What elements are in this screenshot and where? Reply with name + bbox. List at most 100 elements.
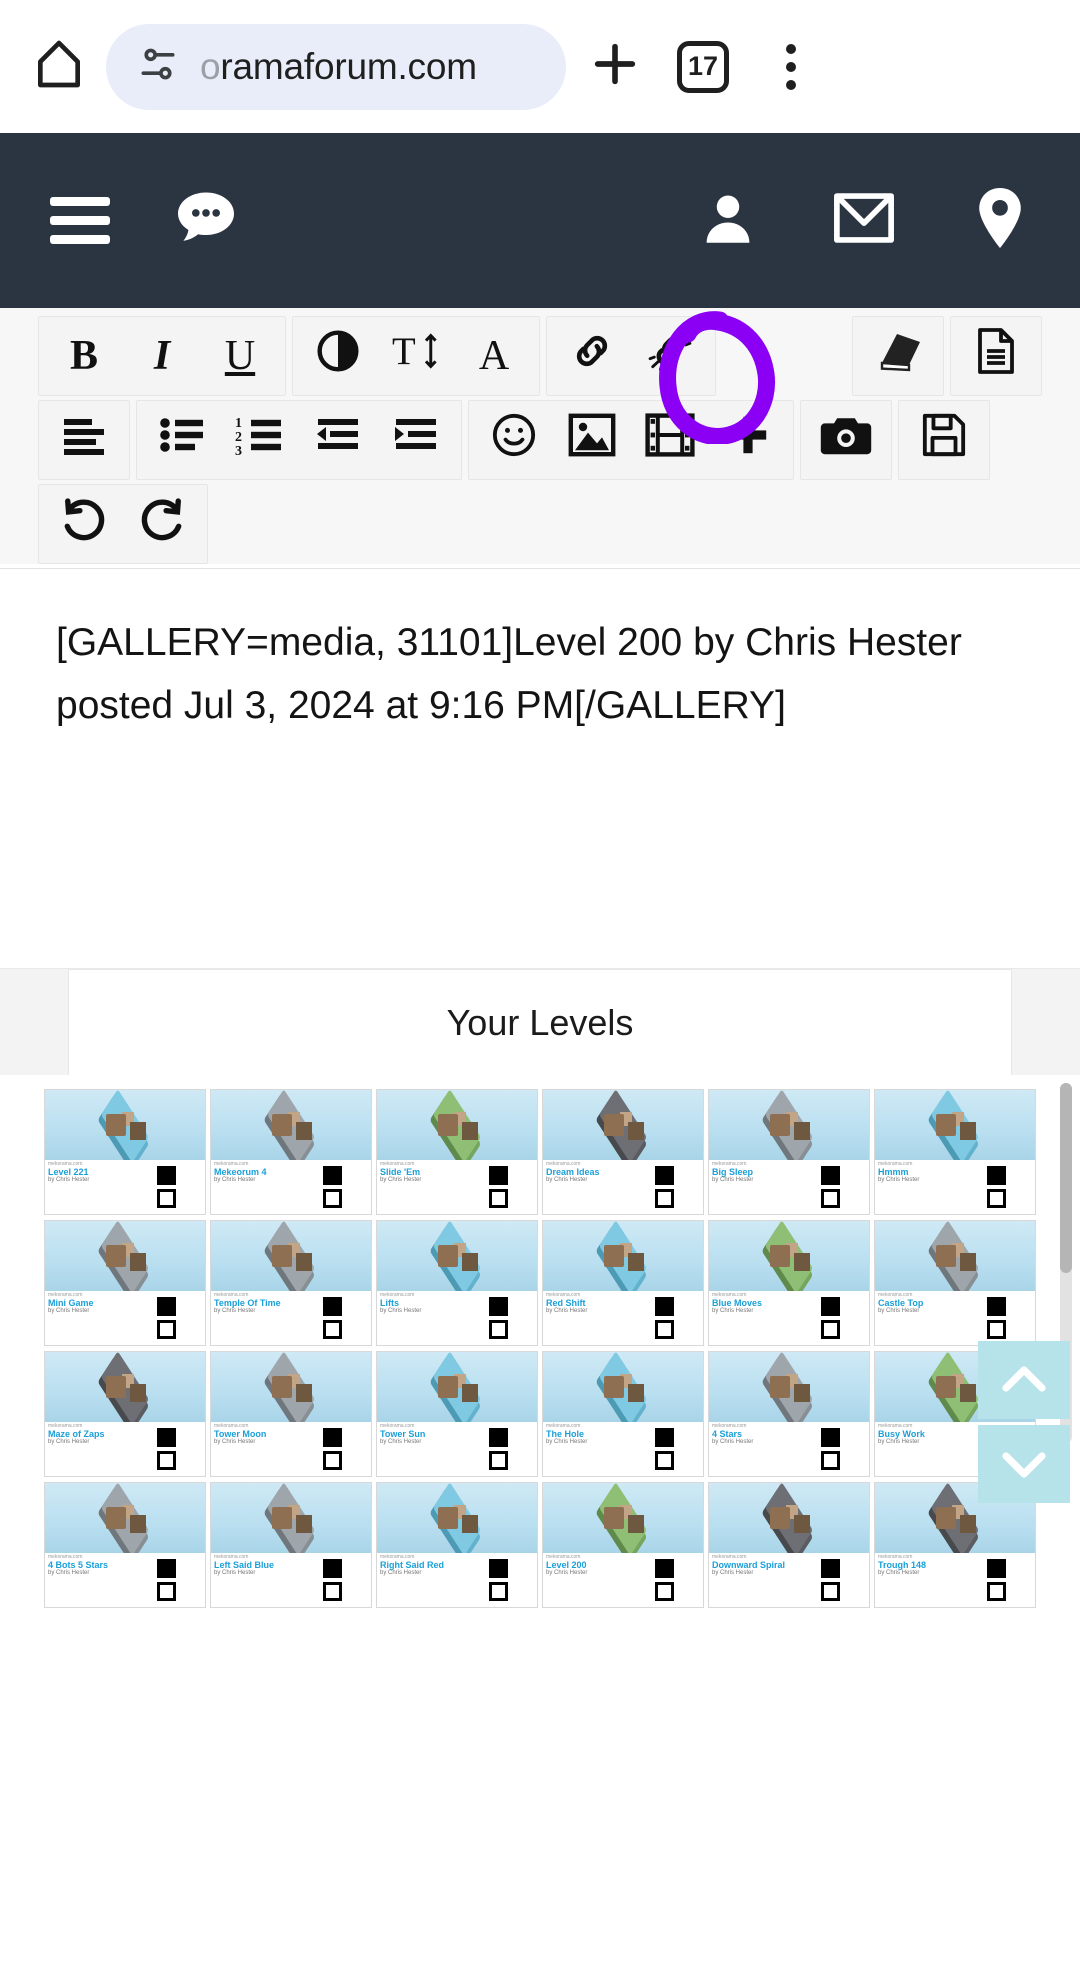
half-circle-icon: [316, 329, 360, 383]
forum-navbar: [0, 133, 1080, 308]
level-meta: mekorama.com Red Shift by Chris Hester: [543, 1291, 703, 1345]
underline-button[interactable]: U: [201, 321, 279, 391]
level-thumbnail: [211, 1352, 371, 1422]
save-draft-button[interactable]: [905, 405, 983, 475]
nav-chat-button[interactable]: [174, 189, 238, 253]
unlink-button[interactable]: [631, 321, 709, 391]
your-levels-panel: Your Levels mekorama.com Level 221 by Chri…: [0, 968, 1080, 1611]
smiley-icon: [491, 412, 537, 468]
level-card[interactable]: mekorama.com Red Shift by Chris Hester: [542, 1220, 704, 1346]
insert-link-button[interactable]: [553, 321, 631, 391]
level-author: by Chris Hester: [380, 1438, 422, 1445]
nav-inbox-button[interactable]: [832, 189, 896, 253]
level-qr-code: [154, 1163, 202, 1211]
editor-body-text[interactable]: [GALLERY=media, 31101]Level 200 by Chris…: [56, 611, 1024, 737]
undo-button[interactable]: [45, 489, 123, 559]
indent-button[interactable]: [377, 405, 455, 475]
camera-button[interactable]: [807, 405, 885, 475]
level-card[interactable]: mekorama.com Level 221 by Chris Hester: [44, 1089, 206, 1215]
level-meta: mekorama.com Dream Ideas by Chris Hester: [543, 1160, 703, 1214]
insert-image-button[interactable]: [553, 405, 631, 475]
level-card[interactable]: mekorama.com Left Said Blue by Chris Heste…: [210, 1482, 372, 1608]
levels-scroll-controls: [978, 1341, 1070, 1503]
font-family-button[interactable]: A: [455, 321, 533, 391]
home-button[interactable]: [22, 30, 96, 104]
level-card[interactable]: mekorama.com Downward Spiral by Chris Hest…: [708, 1482, 870, 1608]
level-card[interactable]: mekorama.com Dream Ideas by Chris Hester: [542, 1089, 704, 1215]
image-icon: [568, 413, 616, 467]
level-card[interactable]: mekorama.com Maze of Zaps by Chris Hester: [44, 1351, 206, 1477]
bullet-list-button[interactable]: [143, 405, 221, 475]
level-qr-code: [320, 1163, 368, 1211]
level-card[interactable]: mekorama.com Hmmm by Chris Hester: [874, 1089, 1036, 1215]
level-name: Slide 'Em: [380, 1166, 421, 1177]
url-prefix: o: [200, 45, 221, 87]
level-meta: mekorama.com Level 221 by Chris Hester: [45, 1160, 205, 1214]
tab-switcher-button[interactable]: 17: [664, 28, 742, 106]
level-card[interactable]: mekorama.com Level 200 by Chris Hester: [542, 1482, 704, 1608]
level-card[interactable]: mekorama.com Castle Top by Chris Hester: [874, 1220, 1036, 1346]
more-options-button[interactable]: [709, 405, 787, 475]
drafts-button[interactable]: [957, 321, 1035, 391]
tune-icon[interactable]: [136, 42, 180, 91]
level-card[interactable]: mekorama.com Slide 'Em by Chris Hester: [376, 1089, 538, 1215]
level-meta: mekorama.com Slide 'Em by Chris Hester: [377, 1160, 537, 1214]
level-name: Red Shift: [546, 1297, 586, 1308]
bold-button[interactable]: B: [45, 321, 123, 391]
level-author: by Chris Hester: [712, 1569, 754, 1576]
redo-button[interactable]: [123, 489, 201, 559]
level-card[interactable]: mekorama.com Tower Moon by Chris Hester: [210, 1351, 372, 1477]
level-card[interactable]: mekorama.com Tower Sun by Chris Hester: [376, 1351, 538, 1477]
level-name: 4 Stars: [712, 1428, 743, 1439]
plus-icon: [589, 38, 641, 95]
level-card[interactable]: mekorama.com Right Said Red by Chris Heste…: [376, 1482, 538, 1608]
drafts-group: [950, 316, 1042, 396]
numbered-list-button[interactable]: 1 2 3: [221, 405, 299, 475]
text-color-button[interactable]: [299, 321, 377, 391]
level-name: Tower Sun: [380, 1428, 426, 1439]
list-indent-group: 1 2 3: [136, 400, 462, 480]
nav-account-button[interactable]: [696, 189, 760, 253]
font-size-button[interactable]: T: [377, 321, 455, 391]
level-thumbnail: [709, 1221, 869, 1291]
level-card[interactable]: mekorama.com Blue Moves by Chris Hester: [708, 1220, 870, 1346]
levels-grid-container[interactable]: mekorama.com Level 221 by Chris Hester meko…: [0, 1075, 1080, 1611]
italic-button[interactable]: I: [123, 321, 201, 391]
level-card[interactable]: mekorama.com 4 Bots 5 Stars by Chris Heste…: [44, 1482, 206, 1608]
scroll-up-button[interactable]: [978, 1341, 1070, 1419]
insert-video-button[interactable]: [631, 405, 709, 475]
link-icon: [569, 328, 615, 384]
level-card[interactable]: mekorama.com 4 Stars by Chris Hester: [708, 1351, 870, 1477]
remove-formatting-button[interactable]: [859, 321, 937, 391]
nav-location-button[interactable]: [968, 188, 1032, 253]
url-text[interactable]: oramaforum.com: [200, 46, 477, 88]
level-meta: mekorama.com 4 Stars by Chris Hester: [709, 1422, 869, 1476]
level-card[interactable]: mekorama.com The Hole by Chris Hester: [542, 1351, 704, 1477]
level-thumbnail: [875, 1090, 1035, 1160]
emoji-button[interactable]: [475, 405, 553, 475]
browser-menu-button[interactable]: [752, 28, 830, 106]
level-card[interactable]: mekorama.com Lifts by Chris Hester: [376, 1220, 538, 1346]
link-group: [546, 316, 716, 396]
map-pin-icon: [976, 188, 1024, 253]
level-card[interactable]: mekorama.com Mekeorum 4 by Chris Hester: [210, 1089, 372, 1215]
home-icon: [31, 36, 87, 97]
level-qr-code: [320, 1425, 368, 1473]
scroll-down-button[interactable]: [978, 1425, 1070, 1503]
level-card[interactable]: mekorama.com Big Sleep by Chris Hester: [708, 1089, 870, 1215]
level-author: by Chris Hester: [48, 1176, 90, 1183]
new-tab-button[interactable]: [576, 28, 654, 106]
level-qr-code: [652, 1556, 700, 1604]
level-meta: mekorama.com Level 200 by Chris Hester: [543, 1553, 703, 1607]
align-left-button[interactable]: [45, 405, 123, 475]
level-card[interactable]: mekorama.com Temple Of Time by Chris Heste…: [210, 1220, 372, 1346]
level-thumbnail: [211, 1483, 371, 1553]
address-bar[interactable]: oramaforum.com: [106, 23, 566, 110]
level-card[interactable]: mekorama.com Mini Game by Chris Hester: [44, 1220, 206, 1346]
level-thumbnail: [377, 1221, 537, 1291]
level-name: Right Said Red: [380, 1559, 445, 1570]
nav-menu-button[interactable]: [48, 189, 112, 253]
outdent-button[interactable]: [299, 405, 377, 475]
editor-content-area[interactable]: [GALLERY=media, 31101]Level 200 by Chris…: [0, 568, 1080, 968]
levels-scrollbar-thumb[interactable]: [1060, 1083, 1072, 1273]
